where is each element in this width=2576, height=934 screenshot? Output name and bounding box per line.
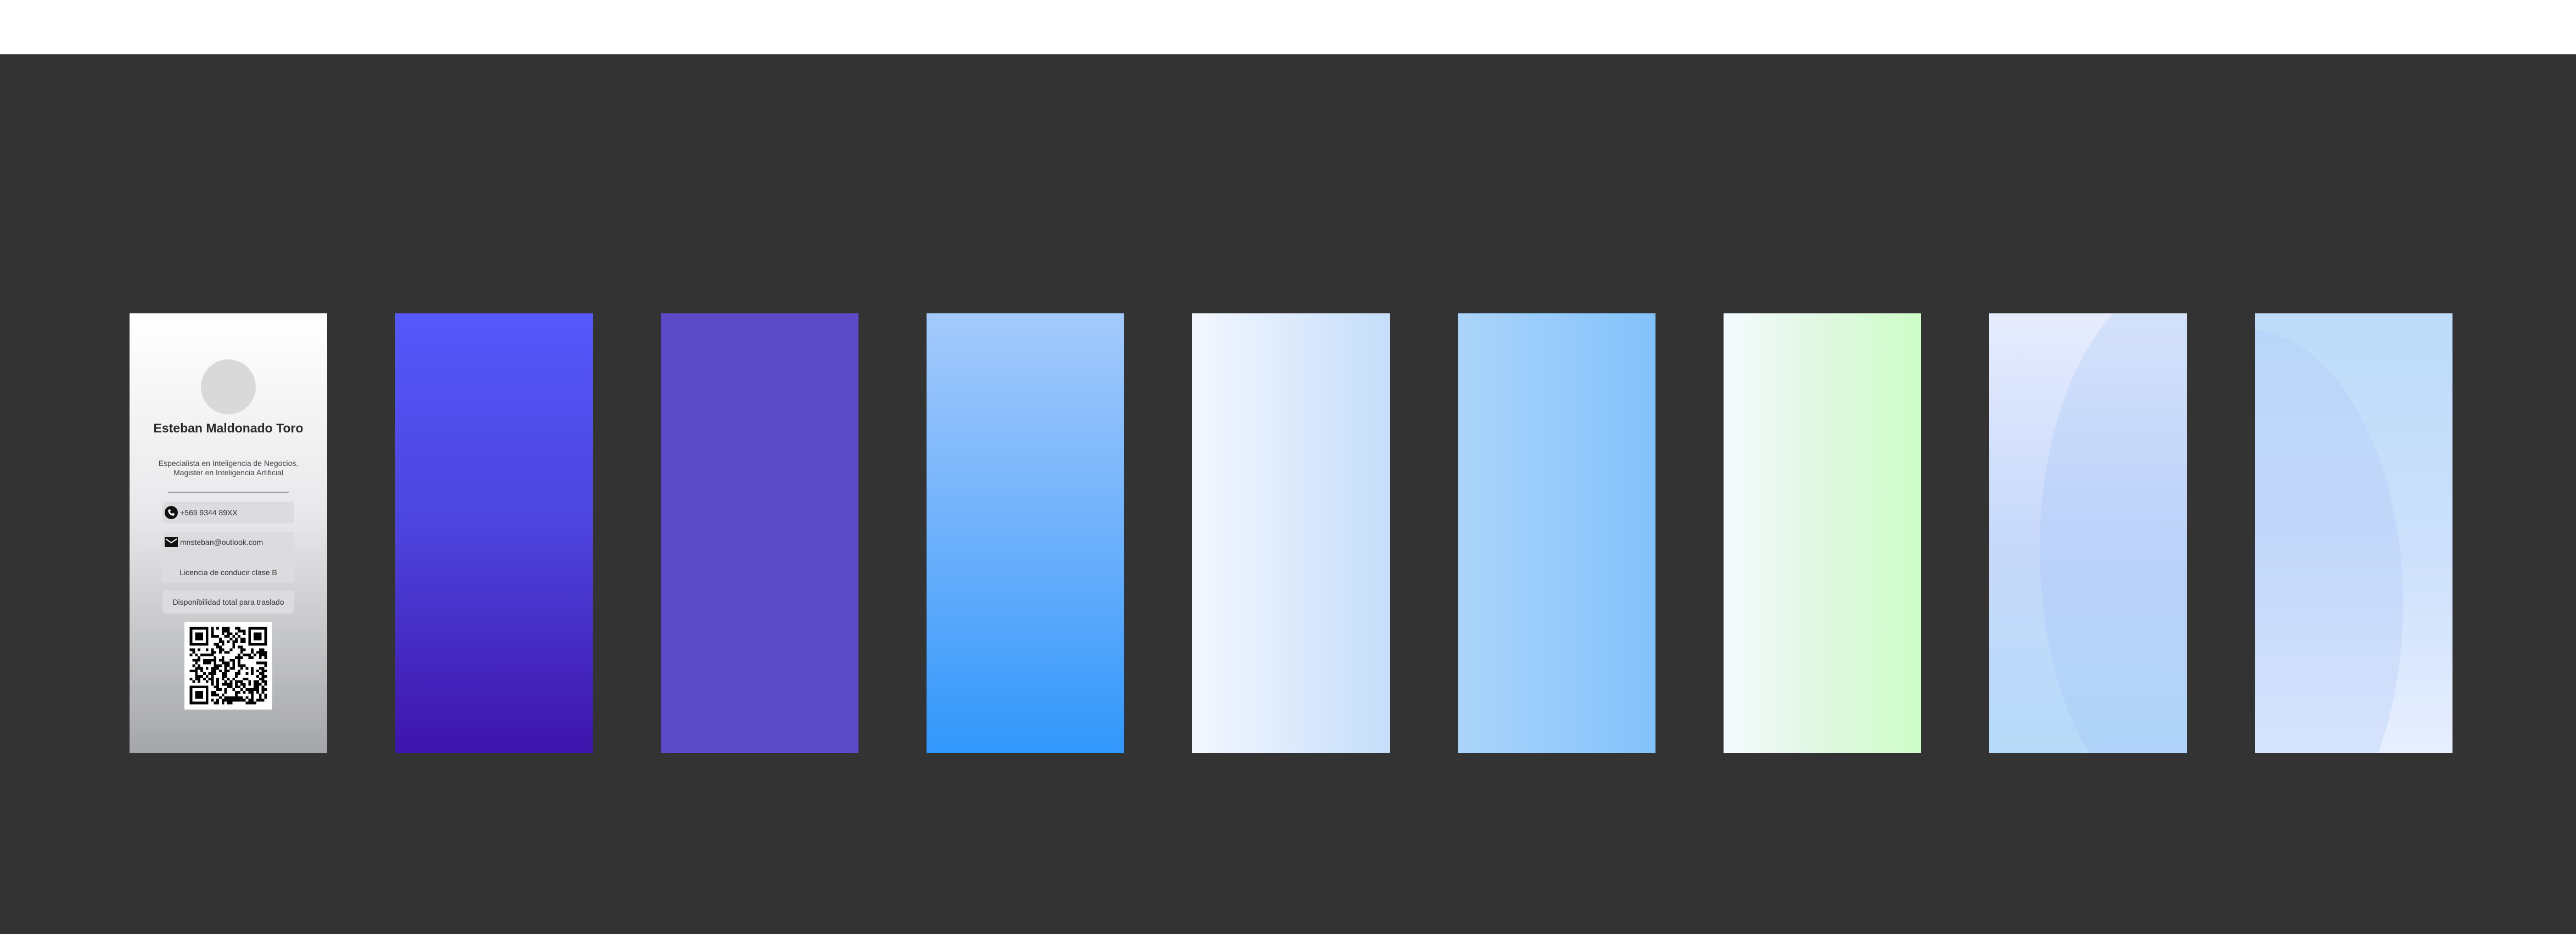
frame-variant-7[interactable] (1724, 313, 1921, 753)
frame-variant-9[interactable] (2255, 313, 2452, 753)
decorative-shape (2040, 313, 2187, 753)
top-toolbar (0, 0, 2576, 54)
license-text: Licencia de conducir clase B (179, 568, 277, 577)
frame-variant-4[interactable] (927, 313, 1124, 753)
phone-pill: +569 9344 89XX (162, 502, 294, 524)
qr-code (184, 622, 272, 710)
email-pill: mnsteban@outlook.com (162, 532, 294, 553)
frame-variant-5[interactable] (1192, 313, 1390, 753)
frame-variant-2[interactable] (395, 313, 593, 753)
frame-variant-3[interactable] (661, 313, 858, 753)
phone-text: +569 9344 89XX (180, 508, 238, 517)
email-text: mnsteban@outlook.com (180, 538, 263, 547)
frame-variant-8[interactable] (1989, 313, 2187, 753)
availability-pill: Disponibilidad total para traslado (162, 590, 294, 614)
mail-icon (162, 537, 180, 548)
frame-variant-6[interactable] (1458, 313, 1655, 753)
design-canvas[interactable]: Esteban Maldonado Toro Especialista en I… (0, 54, 2576, 934)
frame-card-1[interactable]: Esteban Maldonado Toro Especialista en I… (130, 313, 327, 753)
card-name: Esteban Maldonado Toro (153, 421, 304, 435)
phone-icon (162, 505, 180, 520)
availability-text: Disponibilidad total para traslado (172, 598, 284, 606)
card-subtitle: Especialista en Inteligencia de Negocios… (158, 459, 299, 477)
avatar (201, 359, 256, 414)
divider (168, 492, 289, 493)
decorative-shape (2255, 330, 2403, 753)
license-pill: Licencia de conducir clase B (162, 562, 294, 583)
